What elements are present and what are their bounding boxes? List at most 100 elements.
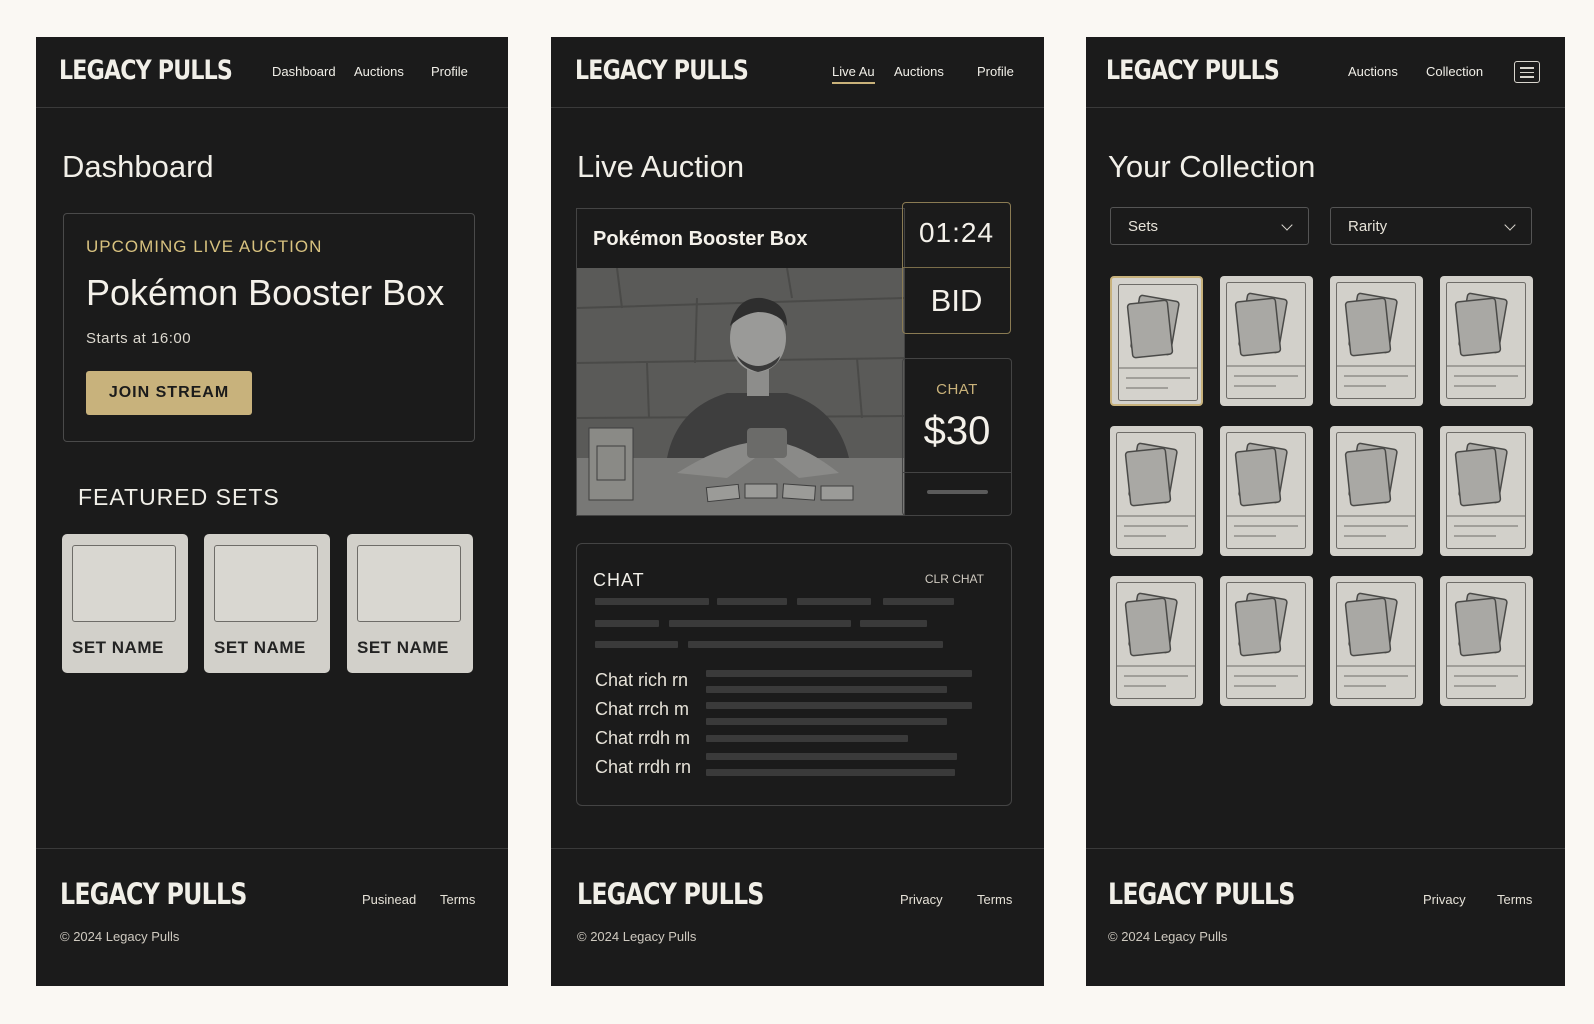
collection-card[interactable] (1330, 276, 1423, 406)
logo[interactable]: LEGACY PULLS (59, 55, 233, 86)
footer: LEGACY PULLS Pusinead Terms © 2024 Legac… (36, 848, 508, 986)
chat-placeholder-line (595, 620, 659, 627)
collection-card[interactable] (1110, 276, 1203, 406)
chat-message-line (706, 670, 972, 677)
rarity-dropdown[interactable]: Rarity (1330, 207, 1532, 245)
bid-button[interactable]: BID (903, 283, 1010, 319)
chat-message-line (706, 769, 955, 776)
set-image (72, 545, 176, 622)
collection-card[interactable] (1110, 576, 1203, 706)
set-card[interactable]: SET NAME (204, 534, 330, 673)
live-video[interactable] (577, 268, 904, 515)
set-name: SET NAME (214, 638, 306, 657)
footer-logo: LEGACY PULLS (577, 877, 764, 911)
set-card[interactable]: SET NAME (347, 534, 473, 673)
page-title: Your Collection (1108, 149, 1316, 184)
video-frame (577, 268, 904, 515)
footer-logo: LEGACY PULLS (1108, 877, 1295, 911)
chat-panel: CHAT CLR CHAT Chat rich rn Chat rrch m C… (576, 543, 1012, 806)
nav-auctions[interactable]: Auctions (894, 64, 944, 79)
chat-placeholder-line (669, 620, 851, 627)
footer-link[interactable]: Pusinead (362, 892, 416, 907)
nav-profile[interactable]: Profile (977, 64, 1014, 79)
featured-sets-heading: FEATURED SETS (78, 484, 280, 510)
nav-dashboard[interactable]: Dashboard (272, 64, 336, 79)
divider (903, 472, 1011, 473)
side-chat-label: CHAT (936, 381, 978, 398)
set-name: SET NAME (72, 638, 164, 657)
upcoming-auction-card: UPCOMING LIVE AUCTION Pokémon Booster Bo… (63, 213, 475, 442)
footer: LEGACY PULLS Privacy Terms © 2024 Legacy… (1086, 848, 1565, 986)
chat-message-line (706, 735, 908, 742)
product-title: Pokémon Booster Box (593, 228, 808, 250)
chat-message: Chat rrdh rn (595, 757, 692, 777)
chat-message-line (706, 718, 947, 725)
start-time: Starts at 16:00 (86, 330, 192, 347)
set-card[interactable]: SET NAME (62, 534, 188, 673)
top-nav: LEGACY PULLS Dashboard Auctions Profile (36, 37, 508, 108)
live-auction-screen: LEGACY PULLS Live Au Auctions Profile Li… (551, 37, 1044, 986)
nav-collection[interactable]: Collection (1426, 64, 1483, 79)
price-box: CHAT $30 (902, 358, 1012, 516)
copyright: © 2024 Legacy Pulls (577, 929, 697, 944)
chat-placeholder-line (717, 598, 787, 605)
countdown-timer: 01:24 (918, 217, 995, 248)
set-name: SET NAME (357, 638, 449, 657)
chat-placeholder-line (883, 598, 954, 605)
chat-placeholder-line (688, 641, 943, 648)
timer-bid-box[interactable]: 01:24 BID (902, 202, 1011, 334)
clear-chat-button[interactable]: CLR CHAT (925, 572, 984, 586)
set-image (357, 545, 461, 622)
collection-card[interactable] (1220, 576, 1313, 706)
auction-title: Pokémon Booster Box (86, 272, 445, 313)
chat-message-line (706, 686, 947, 693)
top-nav: LEGACY PULLS Live Au Auctions Profile (551, 37, 1044, 108)
chevron-down-icon (1504, 219, 1516, 231)
collection-screen: LEGACY PULLS Auctions Collection Your Co… (1086, 37, 1565, 986)
collection-card[interactable] (1220, 276, 1313, 406)
top-nav: LEGACY PULLS Auctions Collection (1086, 37, 1565, 108)
divider (903, 267, 1010, 268)
nav-profile[interactable]: Profile (431, 64, 468, 79)
copyright: © 2024 Legacy Pulls (60, 929, 180, 944)
nav-auctions[interactable]: Auctions (354, 64, 404, 79)
chat-placeholder-line (860, 620, 927, 627)
page-title: Live Auction (577, 149, 745, 184)
chat-placeholder-line (595, 598, 709, 605)
chat-message-line (706, 702, 972, 709)
collection-card[interactable] (1440, 276, 1533, 406)
dropdown-label: Sets (1128, 218, 1159, 235)
current-price: $30 (923, 409, 991, 453)
collection-card[interactable] (1110, 426, 1203, 556)
footer: LEGACY PULLS Privacy Terms © 2024 Legacy… (551, 848, 1044, 986)
chat-placeholder-line (595, 641, 678, 648)
set-image (214, 545, 318, 622)
upcoming-tag: UPCOMING LIVE AUCTION (86, 237, 323, 256)
collection-card[interactable] (1220, 426, 1313, 556)
join-stream-button[interactable]: JOIN STREAM (86, 371, 252, 415)
footer-link-privacy[interactable]: Privacy (1423, 892, 1466, 907)
copyright: © 2024 Legacy Pulls (1108, 929, 1228, 944)
chat-message-line (706, 753, 957, 760)
footer-logo: LEGACY PULLS (60, 877, 247, 911)
footer-link-terms[interactable]: Terms (1497, 892, 1532, 907)
footer-link-terms[interactable]: Terms (977, 892, 1012, 907)
nav-auctions[interactable]: Auctions (1348, 64, 1398, 79)
collection-card[interactable] (1330, 576, 1423, 706)
nav-live-auction[interactable]: Live Au (832, 64, 875, 84)
logo[interactable]: LEGACY PULLS (575, 55, 749, 86)
progress-bar (927, 490, 988, 494)
logo[interactable]: LEGACY PULLS (1106, 55, 1280, 86)
collection-card[interactable] (1440, 426, 1533, 556)
dashboard-screen: LEGACY PULLS Dashboard Auctions Profile … (36, 37, 508, 986)
footer-link-terms[interactable]: Terms (440, 892, 475, 907)
dropdown-label: Rarity (1348, 218, 1388, 235)
collection-card[interactable] (1330, 426, 1423, 556)
footer-link-privacy[interactable]: Privacy (900, 892, 943, 907)
sets-dropdown[interactable]: Sets (1110, 207, 1309, 245)
chat-message: Chat rrdh m (595, 728, 691, 748)
collection-card[interactable] (1440, 576, 1533, 706)
chat-title: CHAT (593, 570, 645, 590)
menu-icon[interactable] (1514, 61, 1540, 83)
stream-panel: Pokémon Booster Box (576, 208, 905, 516)
